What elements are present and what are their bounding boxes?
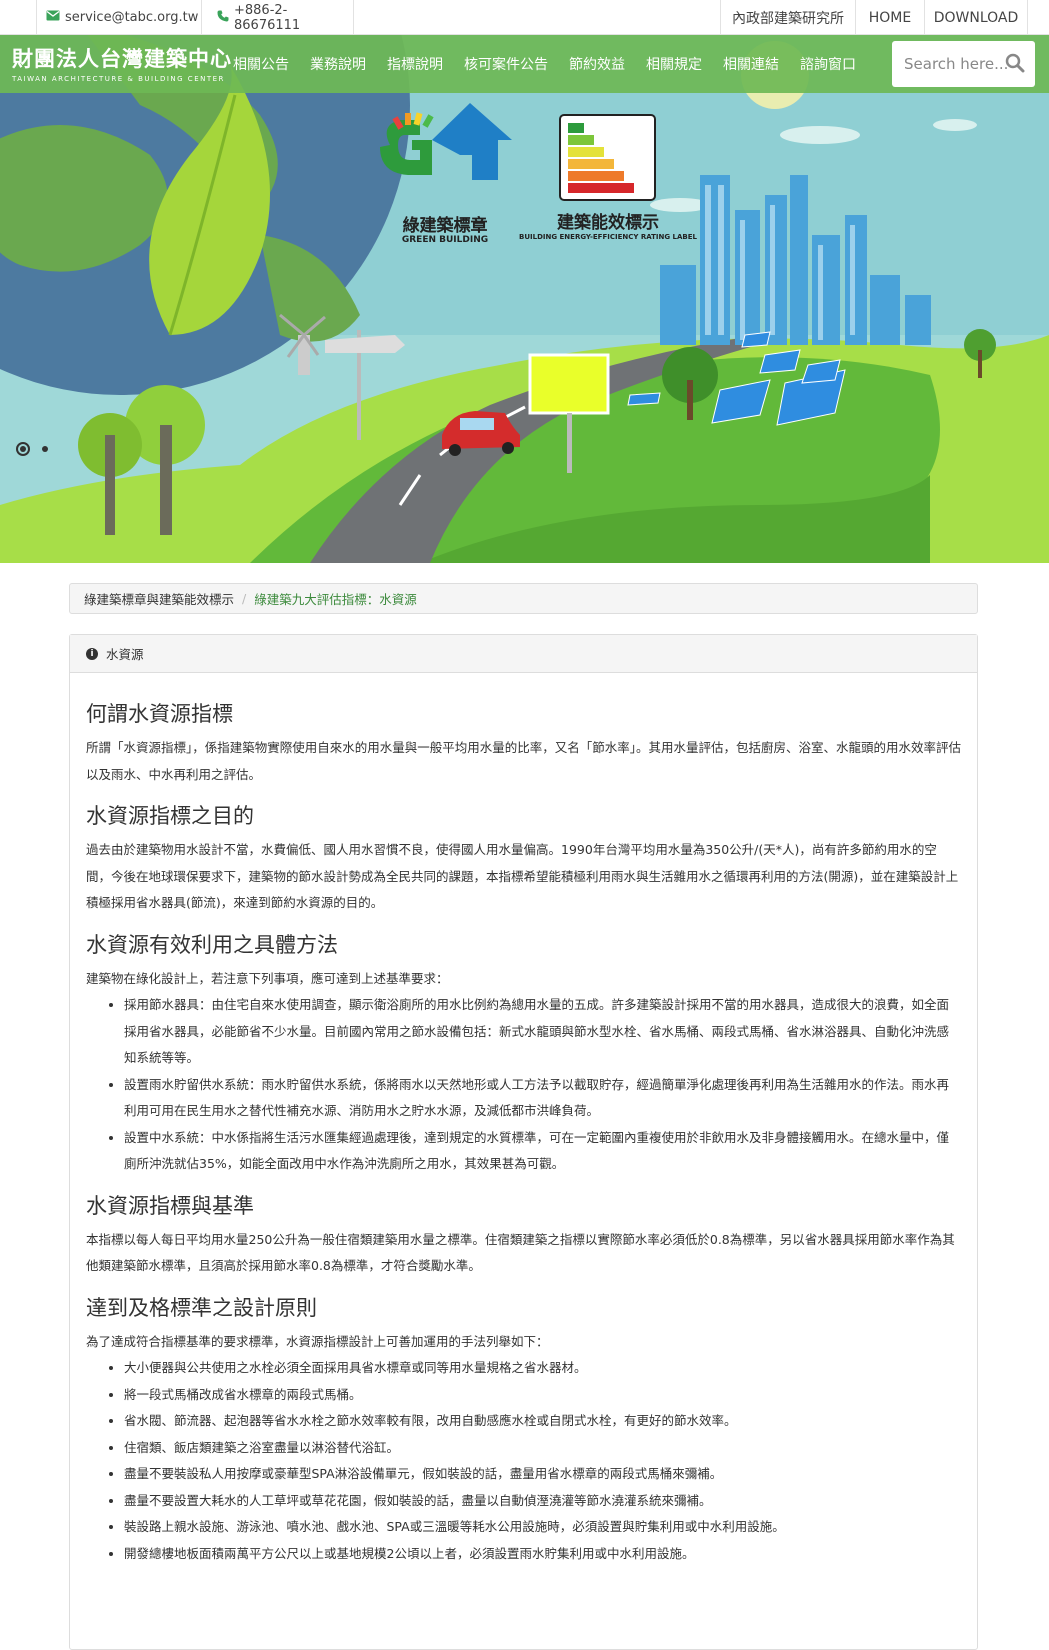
list-item: 設置雨水貯留供水系統：雨水貯留供水系統，係將雨水以天然地形或人工方法予以截取貯存… xyxy=(124,1072,961,1125)
contact-phone[interactable]: +886-2-86676111 xyxy=(202,0,354,35)
list-item: 將一段式馬桶改成省水標章的兩段式馬桶。 xyxy=(124,1382,961,1409)
method-list: 採用節水器具：由住宅自來水使用調查，顯示衛浴廁所的用水比例約為總用水量的五成。許… xyxy=(106,992,961,1178)
brand-english: TAIWAN ARCHITECTURE & BUILDING CENTER xyxy=(12,75,225,83)
green-building-en: GREEN BUILDING xyxy=(401,235,489,245)
carousel-dot[interactable] xyxy=(42,446,48,452)
list-item: 省水閥、節流器、起泡器等省水水栓之節水效率較有限，改用自動感應水栓或自閉式水栓，… xyxy=(124,1408,961,1435)
phone-icon xyxy=(217,10,229,26)
search-box[interactable]: Search here... xyxy=(892,41,1035,87)
search-icon[interactable] xyxy=(1005,53,1025,77)
breadcrumb: 綠建築標章與建築能效標示 / 綠建築九大評估指標：水資源 xyxy=(69,583,978,614)
list-item: 盡量不要設置大耗水的人工草坪或草花花園，假如裝設的話，盡量以自動偵溼澆灌等節水澆… xyxy=(124,1488,961,1515)
green-building-label: 綠建築標章 xyxy=(402,216,488,236)
nav-item-indicators[interactable]: 指標說明 xyxy=(387,54,443,74)
list-item: 大小便器與公共使用之水栓必須全面採用具省水標章或同等用水量規格之省水器材。 xyxy=(124,1355,961,1382)
breadcrumb-current: 綠建築九大評估指標：水資源 xyxy=(254,592,417,607)
section-paragraph: 為了達成符合指標基準的要求標準，水資源指標設計上可善加運用的手法列舉如下： xyxy=(86,1333,549,1349)
section-paragraph: 本指標以每人每日平均用水量250公升為一般住宿類建築用水量之標準。住宿類建築之指… xyxy=(86,1231,955,1274)
phone-text: +886-2-86676111 xyxy=(234,2,301,33)
main-nav: 財團法人台灣建築中心 TAIWAN ARCHITECTURE & BUILDIN… xyxy=(0,35,1049,93)
section-paragraph: 所謂「水資源指標」，係指建築物實際使用自來水的用水量與一般平均用水量的比率，又名… xyxy=(86,740,962,782)
list-item: 裝設路上親水設施、游泳池、噴水池、戲水池、SPA或三溫暖等耗水公用設施時，必須設… xyxy=(124,1514,961,1541)
brand-name: 財團法人台灣建築中心 xyxy=(12,47,232,71)
panel-body: 何謂水資源指標 所謂「水資源指標」，係指建築物實際使用自來水的用水量與一般平均用… xyxy=(70,673,977,1567)
nav-item-contact[interactable]: 諮詢窗口 xyxy=(800,54,856,74)
link-abri[interactable]: 內政部建築研究所 xyxy=(720,0,856,35)
section-heading: 水資源有效利用之具體方法 xyxy=(86,932,338,957)
link-download[interactable]: DOWNLOAD xyxy=(925,0,1028,35)
nav-item-savings[interactable]: 節約效益 xyxy=(569,54,625,74)
brand-logo[interactable]: 財團法人台灣建築中心 TAIWAN ARCHITECTURE & BUILDIN… xyxy=(12,43,232,83)
list-item: 盡量不要裝設私人用按摩或豪華型SPA淋浴設備單元，假如裝設的話，盡量用省水標章的… xyxy=(124,1461,961,1488)
hero-banner: 綠建築標章 GREEN BUILDING 建築能效標示 BUILDING ENE… xyxy=(0,35,1049,563)
panel-header: i 水資源 xyxy=(70,635,977,673)
section-paragraph: 建築物在綠化設計上，若注意下列事項，應可達到上述基準要求： xyxy=(86,970,449,986)
link-home[interactable]: HOME xyxy=(856,0,925,35)
nav-menu: 相關公告 業務說明 指標說明 核可案件公告 節約效益 相關規定 相關連結 諮詢窗… xyxy=(233,35,877,93)
banner-illustration xyxy=(0,35,1049,563)
carousel-dot-active[interactable] xyxy=(16,442,30,456)
list-item: 住宿類、飯店類建築之浴室盡量以淋浴替代浴缸。 xyxy=(124,1435,961,1462)
contact-email[interactable]: service@tabc.org.tw xyxy=(36,0,202,35)
top-bar: service@tabc.org.tw +886-2-86676111 內政部建… xyxy=(0,0,1049,35)
nav-item-approved-cases[interactable]: 核可案件公告 xyxy=(464,54,548,74)
info-icon: i xyxy=(86,647,98,660)
main-content: 綠建築標章與建築能效標示 / 綠建築九大評估指標：水資源 i 水資源 何謂水資源… xyxy=(69,583,978,1650)
principle-list: 大小便器與公共使用之水栓必須全面採用具省水標章或同等用水量規格之省水器材。 將一… xyxy=(106,1355,961,1567)
energy-label: 建築能效標示 xyxy=(557,213,659,233)
list-item: 設置中水系統：中水係指將生活污水匯集經過處理後，達到規定的水質標準，可在一定範圍… xyxy=(124,1125,961,1178)
list-item: 採用節水器具：由住宅自來水使用調查，顯示衛浴廁所的用水比例約為總用水量的五成。許… xyxy=(124,992,961,1072)
content-panel: i 水資源 何謂水資源指標 所謂「水資源指標」，係指建築物實際使用自來水的用水量… xyxy=(69,634,978,1650)
nav-item-links[interactable]: 相關連結 xyxy=(723,54,779,74)
section-heading: 水資源指標之目的 xyxy=(86,804,254,828)
list-item: 開發總樓地板面積兩萬平方公尺以上或基地規模2公頃以上者，必須設置雨水貯集利用或中… xyxy=(124,1541,961,1568)
email-text: service@tabc.org.tw xyxy=(65,10,199,25)
envelope-icon xyxy=(46,10,60,25)
breadcrumb-parent[interactable]: 綠建築標章與建築能效標示 xyxy=(84,589,234,608)
section-heading: 水資源指標與基準 xyxy=(86,1193,254,1218)
nav-item-announcements[interactable]: 相關公告 xyxy=(233,54,289,74)
section-heading: 達到及格標準之設計原則 xyxy=(86,1295,317,1320)
search-placeholder[interactable]: Search here... xyxy=(904,55,1008,73)
nav-item-regulations[interactable]: 相關規定 xyxy=(646,54,702,74)
section-heading: 何謂水資源指標 xyxy=(86,702,233,726)
breadcrumb-separator: / xyxy=(242,591,247,606)
energy-en: BUILDING ENERGY-EFFICIENCY RATING LABEL xyxy=(518,233,697,241)
nav-item-services[interactable]: 業務說明 xyxy=(310,54,366,74)
section-paragraph: 過去由於建築物用水設計不當，水費偏低、國人用水習慣不良，使得國人用水量偏高。19… xyxy=(86,842,959,910)
panel-title: 水資源 xyxy=(106,647,144,662)
